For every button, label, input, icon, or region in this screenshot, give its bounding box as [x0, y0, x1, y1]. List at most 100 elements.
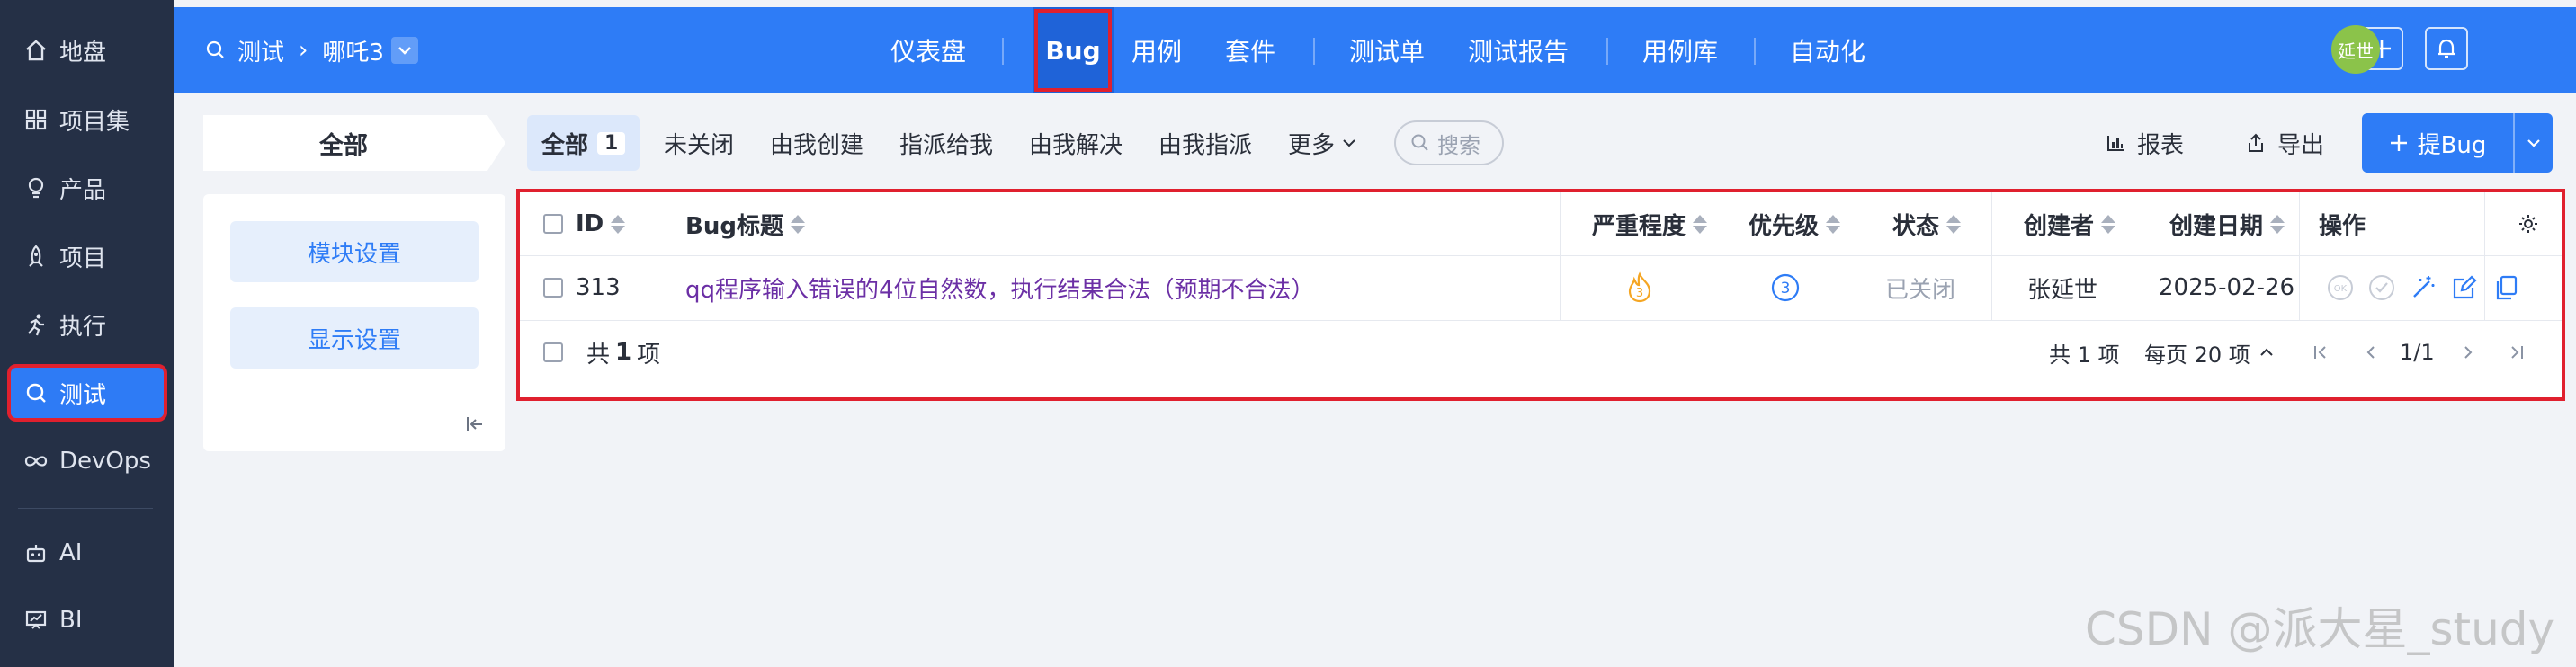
product-switch-dropdown[interactable] [390, 37, 418, 64]
pager-next-button[interactable] [2459, 320, 2477, 385]
sidebar-item-project[interactable]: 项目 [9, 229, 165, 283]
tab-assigned-by-me[interactable]: 由我指派 [1158, 115, 1252, 171]
last-page-icon [2511, 346, 2523, 359]
gear-icon[interactable] [2517, 212, 2540, 236]
column-divider [1560, 192, 1561, 320]
add-bug-main[interactable]: 提Bug [2362, 127, 2513, 160]
nav-testcase[interactable]: 用例 [1131, 7, 1182, 93]
copy-icon[interactable] [2491, 273, 2520, 302]
breadcrumb-section[interactable]: 测试 [237, 34, 284, 67]
avatar[interactable]: 延世 [2331, 25, 2380, 74]
column-header-title[interactable]: Bug标题 [685, 192, 805, 255]
breadcrumb-separator-icon: › [299, 37, 309, 64]
sidebar-item-program[interactable]: 项目集 [9, 93, 165, 147]
export-button[interactable]: 导出 [2245, 115, 2324, 171]
search-icon [206, 40, 224, 58]
row-checkbox[interactable] [543, 255, 563, 320]
sidebar-item-bi[interactable]: BI [9, 593, 165, 647]
sidebar-item-devops[interactable]: DevOps [9, 434, 165, 488]
column-header-created-date[interactable]: 创建日期 [2169, 192, 2285, 255]
flame-severity-icon: 3 [1628, 271, 1651, 303]
tab-resolved-by-me[interactable]: 由我解决 [1029, 115, 1123, 171]
column-header-creator[interactable]: 创建者 [2024, 192, 2116, 255]
search-input[interactable]: 搜索 [1394, 120, 1504, 165]
nav-testtask[interactable]: 测试单 [1349, 7, 1425, 93]
chevron-down-icon [2527, 139, 2540, 147]
breadcrumb-product[interactable]: 哪吒3 [322, 34, 384, 67]
pager-page-size[interactable]: 每页 20 项 [2144, 320, 2274, 385]
column-divider [1991, 192, 1992, 320]
created-date: 2025-02-26 [2159, 274, 2295, 301]
sidebar-item-label: 产品 [59, 176, 107, 204]
sidebar-item-product[interactable]: 产品 [9, 161, 165, 215]
select-all-checkbox[interactable] [543, 192, 563, 255]
module-panel: 模块设置 显示设置 [203, 194, 505, 451]
bell-icon [2438, 39, 2455, 58]
sidebar-item-label: BI [59, 607, 83, 634]
column-header-id[interactable]: ID [576, 192, 626, 255]
footer-select-checkbox[interactable] [543, 320, 563, 385]
sort-icon [790, 214, 805, 234]
next-page-icon [2464, 346, 2473, 359]
chevron-down-icon [1343, 139, 1355, 147]
column-header-severity[interactable]: 严重程度 [1592, 192, 1708, 255]
footer-total-count: 共 1 项 [586, 339, 661, 369]
collapse-panel-icon[interactable] [464, 414, 486, 435]
bug-title-link[interactable]: qq程序输入错误的4位自然数，执行结果合法（预期不合法） [685, 255, 1315, 320]
nav-divider [1754, 38, 1756, 65]
pager-last-button[interactable] [2508, 320, 2526, 385]
tab-opened-by-me[interactable]: 由我创建 [770, 115, 863, 171]
edit-icon[interactable] [2450, 273, 2479, 302]
confirm-ok-icon[interactable]: OK [2326, 273, 2355, 302]
sidebar-item-execution[interactable]: 执行 [9, 298, 165, 351]
sidebar-item-label: DevOps [59, 448, 151, 475]
nav-automation[interactable]: 自动化 [1790, 7, 1865, 93]
tab-all[interactable]: 全部 1 [527, 115, 640, 171]
sidebar-item-ai[interactable]: AI [9, 526, 165, 580]
tab-unclosed[interactable]: 未关闭 [664, 115, 734, 171]
sort-icon [1946, 214, 1962, 234]
sidebar-item-label: 项目集 [59, 108, 130, 136]
svg-text:OK: OK [2334, 284, 2348, 294]
add-bug-dropdown[interactable] [2513, 113, 2553, 173]
nav-caselib[interactable]: 用例库 [1642, 7, 1718, 93]
sidebar-item-label: 地盘 [59, 39, 107, 67]
plus-icon [2390, 135, 2407, 151]
report-button[interactable]: 报表 [2105, 115, 2184, 171]
sidebar-item-label: AI [59, 539, 83, 566]
severity-badge: 3 [1624, 255, 1655, 320]
display-settings-button[interactable]: 显示设置 [230, 307, 479, 369]
sidebar-item-dashboard[interactable]: 地盘 [9, 23, 165, 77]
tab-label: 更多 [1288, 131, 1336, 159]
nav-bug[interactable]: Bug [1033, 7, 1114, 93]
column-header-status[interactable]: 状态 [1892, 192, 1962, 255]
nav-suite[interactable]: 套件 [1225, 7, 1275, 93]
module-all-tab[interactable]: 全部 [203, 115, 505, 171]
pager-first-button[interactable] [2312, 320, 2330, 385]
module-settings-button[interactable]: 模块设置 [230, 221, 479, 282]
nav-dashboard[interactable]: 仪表盘 [890, 7, 966, 93]
search-placeholder: 搜索 [1437, 132, 1480, 158]
robot-icon [22, 538, 50, 567]
column-header-priority[interactable]: 优先级 [1749, 192, 1841, 255]
search-icon [1411, 134, 1428, 151]
add-bug-button[interactable]: 提Bug [2362, 113, 2553, 173]
sidebar: 地盘 项目集 产品 项目 执行 测试 DevOps AI BI [0, 0, 174, 667]
tab-more[interactable]: 更多 [1288, 115, 1356, 171]
priority-badge: 3 [1770, 255, 1801, 320]
status-badge: 已关闭 [1885, 276, 1956, 304]
sort-icon [1693, 214, 1708, 234]
pager-prev-button[interactable] [2362, 320, 2380, 385]
magic-wand-icon[interactable] [2409, 273, 2437, 302]
nav-testreport[interactable]: 测试报告 [1468, 7, 1569, 93]
tab-assigned-to-me[interactable]: 指派给我 [899, 115, 993, 171]
row-actions: OK [2326, 255, 2520, 320]
sidebar-divider [18, 508, 153, 509]
resolve-check-icon[interactable] [2367, 273, 2396, 302]
bug-table: ID Bug标题 严重程度 优先级 状态 创建者 创建日期 操作 313 qq程… [516, 189, 2565, 401]
add-bug-label: 提Bug [2417, 131, 2487, 159]
bulb-icon [22, 173, 50, 202]
grid-icon [22, 105, 50, 134]
sidebar-item-test[interactable]: 测试 [7, 364, 167, 422]
notifications-button[interactable] [2425, 27, 2468, 70]
